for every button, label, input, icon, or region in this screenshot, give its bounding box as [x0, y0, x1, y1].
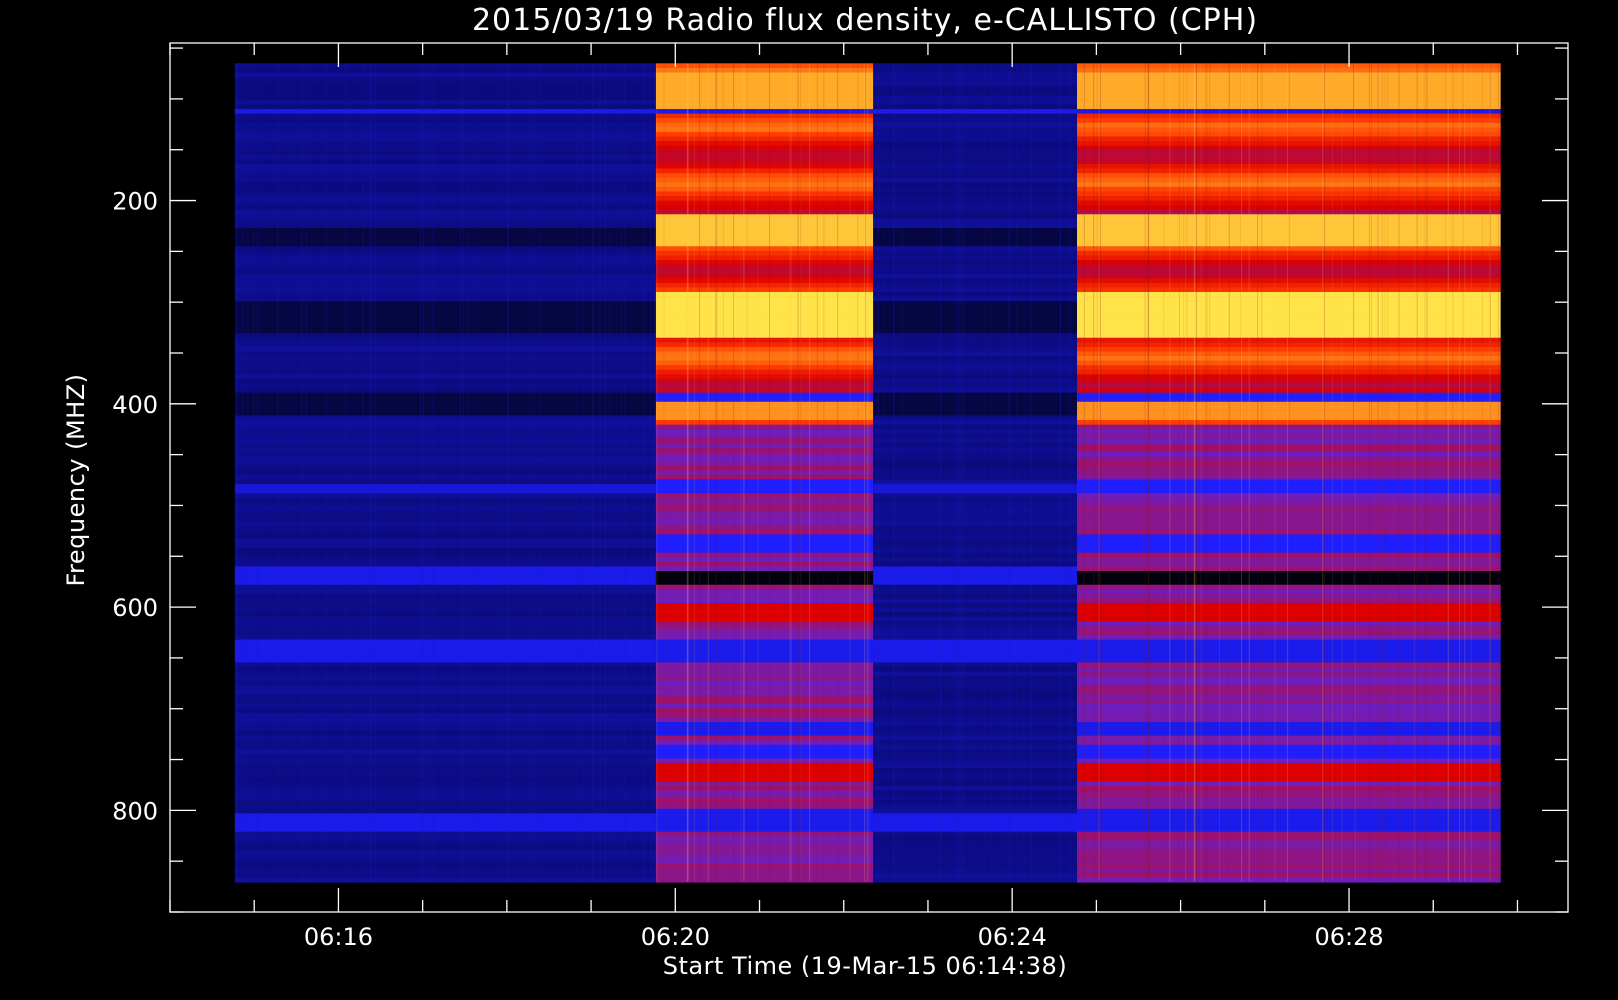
y-axis-label: Frequency (MHZ) [62, 373, 90, 586]
x-tick-label: 06:28 [1314, 923, 1383, 951]
y-tick-label: 800 [112, 797, 158, 825]
y-tick-label: 400 [112, 391, 158, 419]
y-tick-label: 600 [112, 594, 158, 622]
x-tick-label: 06:20 [641, 923, 710, 951]
x-axis-label: Start Time (19-Mar-15 06:14:38) [663, 952, 1067, 980]
heatmap-image [234, 63, 1501, 883]
y-tick-label: 200 [112, 188, 158, 216]
x-tick-label: 06:24 [978, 923, 1047, 951]
heatmap-segment-2 [873, 63, 1078, 883]
x-tick-label: 06:16 [304, 923, 373, 951]
spectrogram-chart: 2015/03/19 Radio flux density, e-CALLIST… [0, 0, 1618, 1000]
chart-title: 2015/03/19 Radio flux density, e-CALLIST… [472, 3, 1258, 38]
heatmap-segment-0 [234, 63, 656, 883]
heatmap-segment-3 [1077, 63, 1501, 883]
heatmap-segment-1 [655, 63, 874, 883]
